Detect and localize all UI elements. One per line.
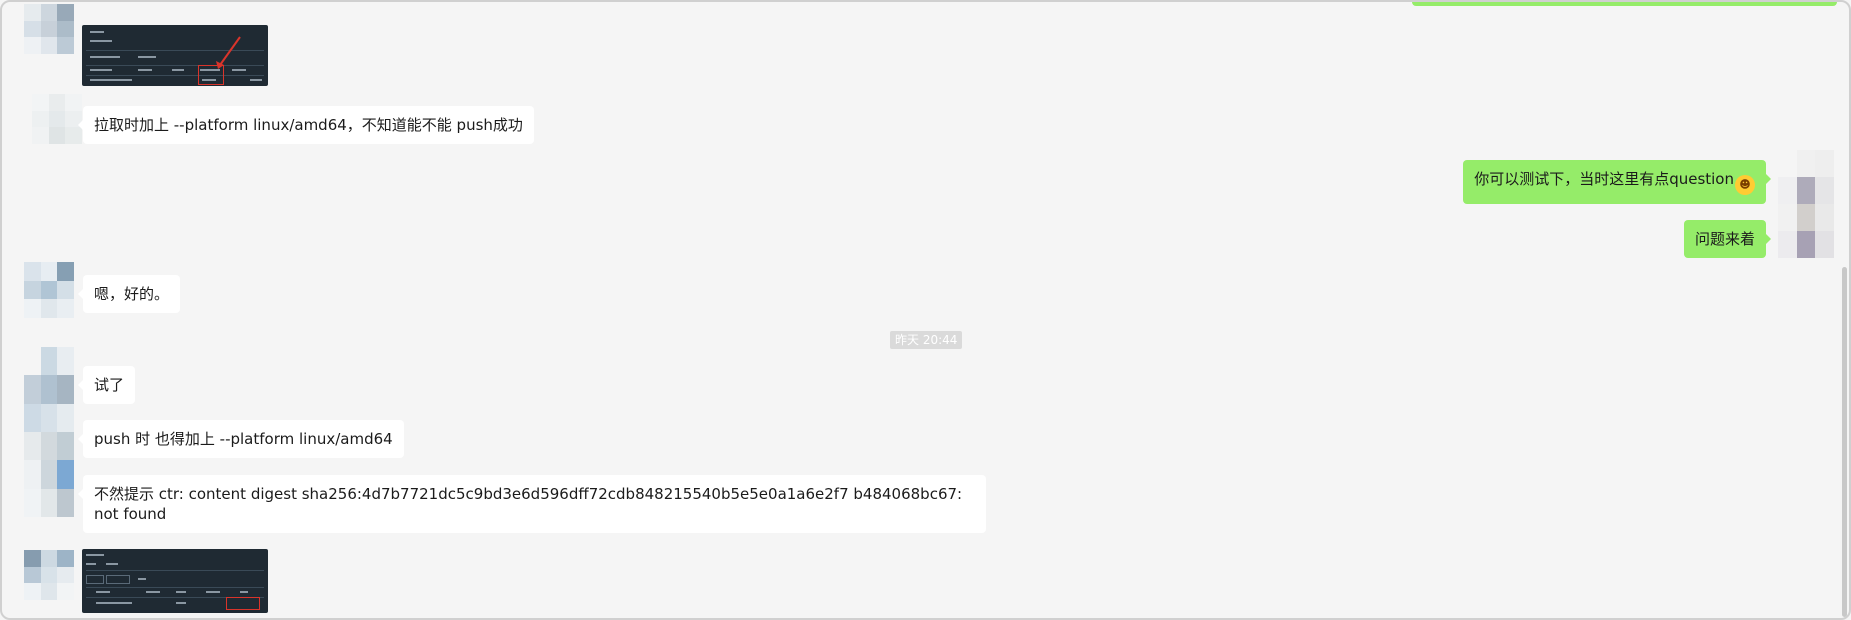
message-bubble[interactable]: 你可以测试下，当时这里有点question ☻ <box>1463 160 1771 204</box>
grin-emoji-icon: ☻ <box>1735 175 1755 195</box>
timestamp: 昨天 20:44 <box>890 331 963 349</box>
image-message[interactable] <box>82 25 268 86</box>
message-bubble[interactable]: 拉取时加上 --platform linux/amd64，不知道能不能 push… <box>78 106 534 144</box>
message-bubble[interactable]: 嗯，好的。 <box>77 275 181 313</box>
avatar[interactable] <box>24 262 74 318</box>
avatar[interactable] <box>24 4 74 54</box>
previous-message-edge <box>1412 2 1837 6</box>
red-arrow-icon <box>216 36 241 69</box>
avatar[interactable] <box>32 94 82 144</box>
scrollbar[interactable] <box>1842 267 1847 617</box>
message-bubble[interactable]: 问题来着 <box>1683 220 1772 258</box>
avatar[interactable] <box>24 347 74 517</box>
avatar[interactable] <box>24 550 74 600</box>
chat-window: 拉取时加上 --platform linux/amd64，不知道能不能 push… <box>0 0 1851 620</box>
self-avatar[interactable] <box>1778 150 1834 258</box>
message-bubble[interactable]: 试了 <box>77 366 136 404</box>
message-bubble[interactable]: push 时 也得加上 --platform linux/amd64 <box>78 420 404 458</box>
message-text: 你可以测试下，当时这里有点question <box>1474 170 1734 188</box>
image-message[interactable] <box>82 549 268 613</box>
message-bubble[interactable]: 不然提示 ctr: content digest sha256:4d7b7721… <box>78 475 986 533</box>
